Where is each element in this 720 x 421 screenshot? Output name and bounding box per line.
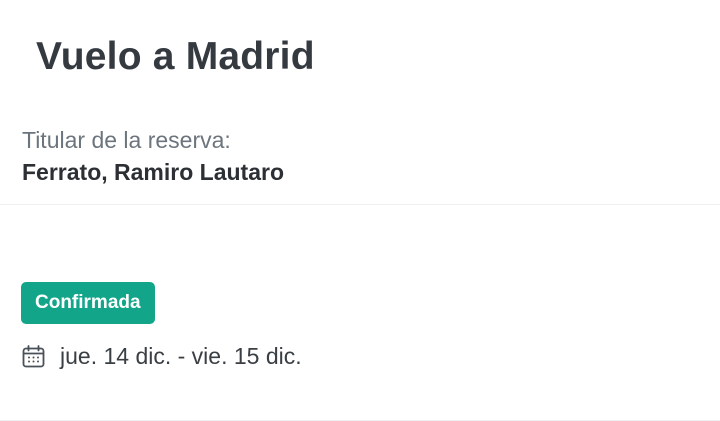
calendar-icon	[22, 344, 45, 368]
status-badge: Confirmada	[21, 282, 155, 324]
booking-card: Vuelo a Madrid Titular de la reserva: Fe…	[0, 0, 720, 421]
date-range: jue. 14 dic. - vie. 15 dic.	[60, 343, 302, 369]
page-title: Vuelo a Madrid	[36, 35, 315, 78]
section-divider	[0, 204, 720, 205]
date-range-row: jue. 14 dic. - vie. 15 dic.	[22, 340, 302, 372]
holder-name: Ferrato, Ramiro Lautaro	[22, 159, 284, 185]
holder-label: Titular de la reserva:	[22, 127, 231, 153]
